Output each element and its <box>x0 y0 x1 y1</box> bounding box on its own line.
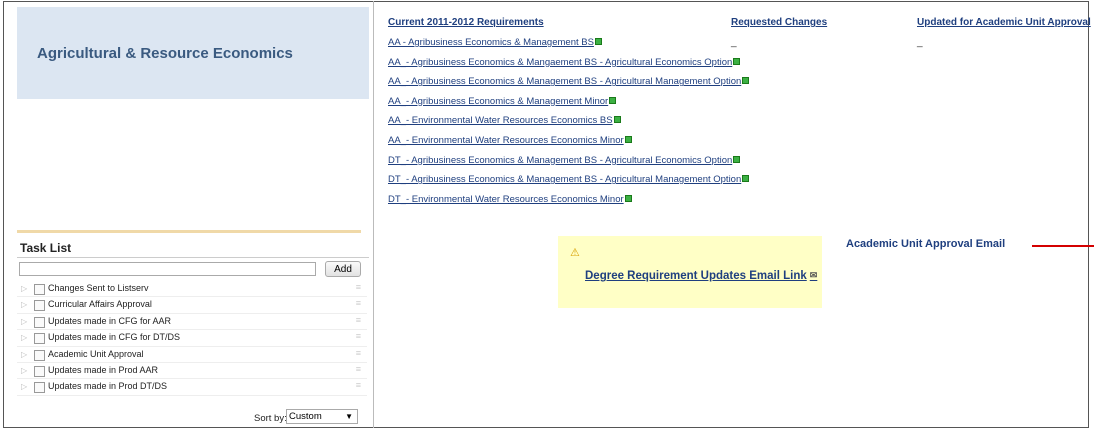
mail-icon: ✉ <box>809 270 818 280</box>
drag-handle-icon[interactable]: ≡ <box>356 348 361 358</box>
task-item: ▷ Updates made in CFG for AAR ≡ <box>17 314 367 331</box>
task-checkbox[interactable] <box>34 284 45 295</box>
add-task-button[interactable]: Add <box>325 261 361 277</box>
task-item: ▷ Academic Unit Approval ≡ <box>17 347 367 363</box>
dropdown-arrow-icon: ▼ <box>345 412 353 421</box>
requirement-link[interactable]: AA_- Agribusiness Economics & Management… <box>388 96 749 116</box>
expand-icon[interactable]: ▷ <box>21 333 27 342</box>
task-list: ▷ Changes Sent to Listserv ≡ ▷ Curricular A… <box>17 281 367 396</box>
approval-email-label: Academic Unit Approval Email <box>846 238 1006 250</box>
requirement-link[interactable]: AA_- Environmental Water Resources Econo… <box>388 135 749 155</box>
requirement-link[interactable]: AA - Agribusiness Economics & Management… <box>388 37 749 57</box>
task-item: ▷ Updates made in Prod DT/DS ≡ <box>17 379 367 396</box>
external-link-icon <box>742 77 750 85</box>
task-checkbox[interactable] <box>34 333 45 345</box>
pointer-line <box>1032 245 1094 247</box>
updated-approval-header[interactable]: Updated for Academic Unit Approval <box>917 17 1091 28</box>
drag-handle-icon[interactable]: ≡ <box>356 331 361 341</box>
external-link-icon <box>594 38 602 45</box>
drag-handle-icon[interactable]: ≡ <box>356 364 361 374</box>
requested-changes-header[interactable]: Requested Changes <box>731 17 827 28</box>
requirement-link[interactable]: DT_- Environmental Water Resources Econo… <box>388 194 749 214</box>
external-link-icon <box>733 155 741 163</box>
sort-by-label: Sort by: <box>254 413 287 424</box>
task-panel-accent <box>17 230 361 233</box>
external-link-icon <box>624 135 632 143</box>
requirement-link[interactable]: DT_- Agribusiness Economics & Management… <box>388 155 749 175</box>
department-title: Agricultural & Resource Economics <box>37 44 293 62</box>
new-task-input[interactable] <box>19 262 316 276</box>
requirement-link[interactable]: AA_- Agribusiness Economics & Management… <box>388 76 750 96</box>
task-item: ▷ Updates made in Prod AAR ≡ <box>17 363 367 380</box>
updated-approval-value: _ <box>917 37 923 48</box>
requirements-list: AA - Agribusiness Economics & Management… <box>388 37 750 214</box>
task-checkbox[interactable] <box>34 382 45 394</box>
external-link-icon <box>742 175 750 183</box>
column-divider <box>373 1 374 428</box>
current-requirements-header[interactable]: Current 2011-2012 Requirements <box>388 17 544 28</box>
task-checkbox[interactable] <box>34 316 45 328</box>
expand-icon[interactable]: ▷ <box>21 382 27 391</box>
requirement-link[interactable]: AA_- Environmental Water Resources Econo… <box>388 115 749 135</box>
task-checkbox[interactable] <box>34 365 45 377</box>
external-link-icon <box>624 194 632 202</box>
requirement-link[interactable]: AA_- Agribusiness Economics & Mangaement… <box>388 57 749 77</box>
expand-icon[interactable]: ▷ <box>21 366 27 375</box>
drag-handle-icon[interactable]: ≡ <box>356 315 361 325</box>
expand-icon[interactable]: ▷ <box>21 284 27 293</box>
department-header: Agricultural & Resource Economics <box>17 7 369 99</box>
external-link-icon <box>613 116 621 124</box>
task-list-title: Task List <box>20 241 72 255</box>
external-link-icon <box>733 57 741 65</box>
email-link[interactable]: Degree Requirement Updates Email Link ✉ <box>585 270 817 282</box>
expand-icon[interactable]: ▷ <box>21 300 27 309</box>
task-checkbox[interactable] <box>34 349 45 361</box>
external-link-icon <box>609 96 617 104</box>
drag-handle-icon[interactable]: ≡ <box>356 282 361 292</box>
task-item: ▷ Changes Sent to Listserv ≡ <box>17 281 367 298</box>
sort-select[interactable]: Custom ▼ <box>286 409 358 424</box>
divider <box>17 257 369 258</box>
expand-icon[interactable]: ▷ <box>21 317 27 326</box>
task-item: ▷ Updates made in CFG for DT/DS ≡ <box>17 330 367 347</box>
task-checkbox[interactable] <box>34 300 45 312</box>
warning-icon: ⚠ <box>570 247 580 259</box>
requirement-link[interactable]: DT_- Agribusiness Economics & Management… <box>388 174 750 194</box>
expand-icon[interactable]: ▷ <box>21 350 27 359</box>
drag-handle-icon[interactable]: ≡ <box>356 380 361 390</box>
task-item: ▷ Curricular Affairs Approval ≡ <box>17 297 367 314</box>
drag-handle-icon[interactable]: ≡ <box>356 298 361 308</box>
